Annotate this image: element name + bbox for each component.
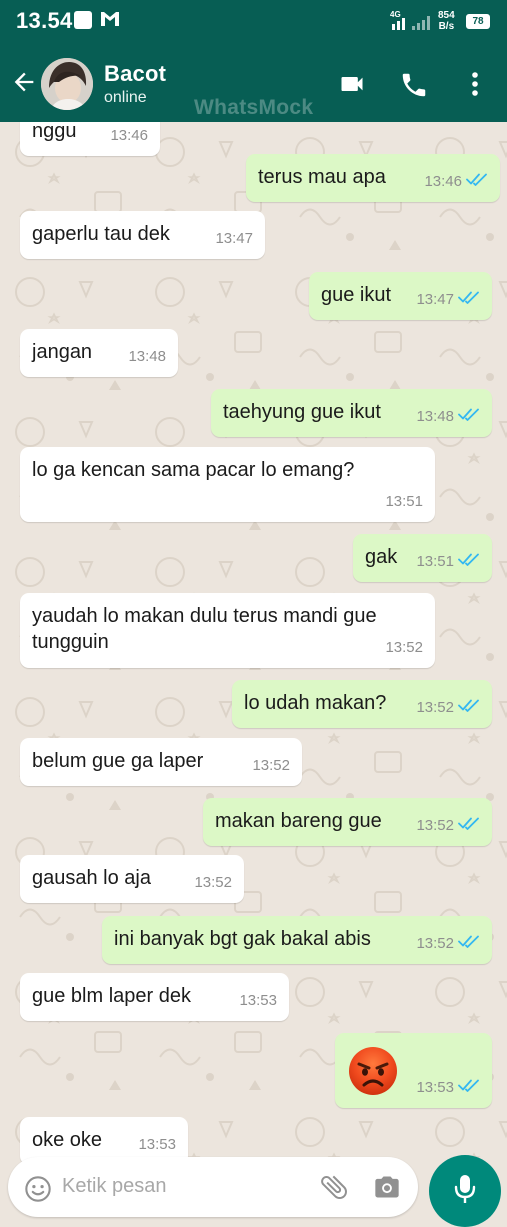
status-bar: 13.54 4G 854 B/s 78 <box>0 0 507 44</box>
network-speed-unit: B/s <box>438 21 455 32</box>
message-time: 13:52 <box>385 639 423 656</box>
message-text: lo ga kencan sama pacar lo emang? <box>32 459 355 481</box>
message-bubble-incoming[interactable]: gaperlu tau dek 13:47 <box>20 211 265 259</box>
message-time: 13:51 <box>385 493 423 510</box>
message-bubble-outgoing[interactable]: gue ikut 13:47 <box>309 272 492 320</box>
message-text: lo udah makan? <box>244 692 387 714</box>
message-text: gaperlu tau dek <box>32 223 170 245</box>
paperclip-icon[interactable] <box>318 1171 350 1208</box>
message-time: 13:53 <box>416 1079 454 1096</box>
message-composer <box>8 1157 418 1217</box>
message-bubble-outgoing[interactable]: gak 13:51 <box>353 534 492 582</box>
notification-icon <box>74 11 92 29</box>
camera-icon[interactable] <box>372 1173 402 1206</box>
smiley-icon[interactable] <box>24 1175 52 1208</box>
message-time: 13:52 <box>194 874 232 891</box>
message-bubble-outgoing[interactable]: 13:53 <box>335 1033 492 1108</box>
message-text: ini banyak bgt gak bakal abis <box>114 928 371 950</box>
read-ticks-icon <box>458 1073 480 1099</box>
message-bubble-outgoing[interactable]: terus mau apa 13:46 <box>246 154 500 202</box>
phone-icon[interactable] <box>399 70 429 105</box>
network-speed-value: 854 <box>438 10 455 21</box>
battery-indicator: 78 <box>466 14 490 29</box>
message-text: gak <box>365 546 398 568</box>
message-time: 13:46 <box>424 173 462 190</box>
microphone-icon <box>454 1175 476 1203</box>
message-bubble-outgoing[interactable]: ini banyak bgt gak bakal abis 13:52 <box>102 916 492 964</box>
read-ticks-icon <box>466 167 488 193</box>
message-time: 13:47 <box>416 291 454 308</box>
message-time: 13:48 <box>128 348 166 365</box>
message-input[interactable] <box>62 1171 302 1201</box>
contact-name[interactable]: Bacot <box>104 61 166 87</box>
signal-icon <box>390 12 434 37</box>
message-time: 13:48 <box>416 408 454 425</box>
message-time: 13:52 <box>416 699 454 716</box>
message-time: 13:52 <box>416 935 454 952</box>
message-bubble-incoming[interactable]: gue blm laper dek 13:53 <box>20 973 289 1021</box>
contact-status: online <box>104 89 147 106</box>
message-time: 13:53 <box>239 992 277 1009</box>
read-ticks-icon <box>458 402 480 428</box>
message-time: 13:52 <box>416 817 454 834</box>
watermark: WhatsMock <box>194 96 314 119</box>
message-bubble-outgoing[interactable]: taehyung gue ikut 13:48 <box>211 389 492 437</box>
angry-face-icon <box>347 1045 399 1104</box>
message-text: terus mau apa <box>258 166 386 188</box>
message-bubble-incoming[interactable]: lo ga kencan sama pacar lo emang? 13:51 <box>20 447 435 522</box>
read-ticks-icon <box>458 693 480 719</box>
read-ticks-icon <box>458 285 480 311</box>
message-text: gue ikut <box>321 284 392 306</box>
network-speed: 854 B/s <box>438 10 455 32</box>
status-time: 13.54 <box>16 8 73 33</box>
message-time: 13:53 <box>138 1136 176 1153</box>
more-vertical-icon[interactable] <box>465 70 485 105</box>
message-bubble-incoming[interactable]: gausah lo aja 13:52 <box>20 855 244 903</box>
video-camera-icon[interactable] <box>337 70 367 103</box>
message-bubble-incoming[interactable]: jangan 13:48 <box>20 329 178 377</box>
message-time: 13:51 <box>416 553 454 570</box>
message-time: 13:52 <box>252 757 290 774</box>
avatar[interactable] <box>41 58 93 110</box>
message-time: 13:46 <box>110 127 148 144</box>
read-ticks-icon <box>458 547 480 573</box>
message-bubble-outgoing[interactable]: lo udah makan? 13:52 <box>232 680 492 728</box>
message-bubble-incoming[interactable]: nggu 13:46 <box>20 122 160 156</box>
message-text: nggu <box>32 122 77 142</box>
message-text: yaudah lo makan dulu terus mandi gue tun… <box>32 605 377 653</box>
gmail-icon <box>100 10 120 33</box>
message-bubble-incoming[interactable]: yaudah lo makan dulu terus mandi gue tun… <box>20 593 435 668</box>
message-text: belum gue ga laper <box>32 750 204 772</box>
read-ticks-icon <box>458 929 480 955</box>
chat-area[interactable]: nggu 13:46 terus mau apa 13:46 gaperlu t… <box>0 122 507 1200</box>
message-text: gausah lo aja <box>32 867 151 889</box>
message-bubble-outgoing[interactable]: makan bareng gue 13:52 <box>203 798 492 846</box>
message-bubble-incoming[interactable]: belum gue ga laper 13:52 <box>20 738 302 786</box>
arrow-left-icon[interactable] <box>10 68 38 101</box>
message-text: taehyung gue ikut <box>223 401 381 423</box>
microphone-button[interactable] <box>429 1155 501 1227</box>
message-text: makan bareng gue <box>215 810 382 832</box>
chat-header: Bacot online WhatsMock <box>0 44 507 122</box>
message-text: oke oke <box>32 1129 103 1151</box>
message-text: jangan <box>32 341 93 363</box>
message-time: 13:47 <box>215 230 253 247</box>
message-text: gue blm laper dek <box>32 985 191 1007</box>
read-ticks-icon <box>458 811 480 837</box>
